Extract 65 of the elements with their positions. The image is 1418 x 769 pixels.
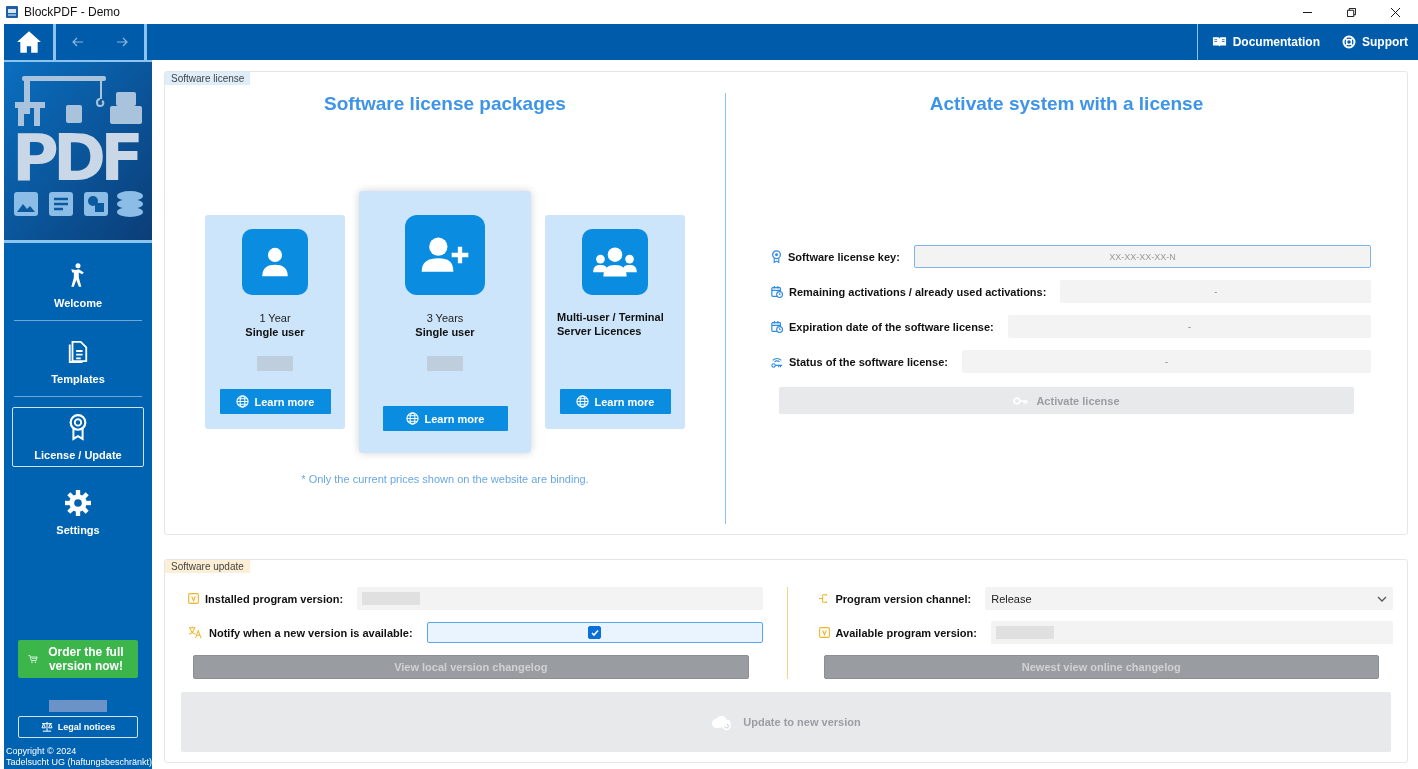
pdf-logo-drawing: PDF <box>4 62 152 243</box>
field-label: Status of the software license: <box>789 355 948 368</box>
home-icon <box>15 29 42 55</box>
calendar-clock-icon <box>771 285 783 298</box>
package-duration: 3 Years <box>426 312 464 324</box>
field-label: Software license key: <box>788 250 900 263</box>
settings-icon <box>65 490 91 516</box>
price-note: * Only the current prices shown on the website are binding. <box>301 473 589 485</box>
close-icon[interactable] <box>1391 7 1400 17</box>
globe-icon <box>405 412 419 425</box>
version-icon <box>818 627 830 638</box>
field-label: Remaining activations / already used activations: <box>789 285 1047 298</box>
calendar-clock-icon <box>771 320 783 333</box>
translate-icon <box>188 626 203 639</box>
globe-icon <box>235 395 249 408</box>
legal-notices-button[interactable]: Legal notices <box>18 716 138 738</box>
notify-checkbox[interactable] <box>588 626 602 639</box>
chevron-down-icon <box>1377 595 1387 602</box>
package-type: Multi-user / Terminal Server Licences <box>557 310 665 338</box>
section-heading: Activate system with a license <box>929 93 1204 115</box>
users-icon <box>582 229 648 295</box>
section-tag: Software license <box>165 72 251 85</box>
key-wifi-icon <box>771 355 783 368</box>
copyright-text: Copyright © 2024 <box>6 746 78 757</box>
restore-icon[interactable] <box>1347 7 1356 17</box>
branch-icon <box>818 593 830 604</box>
globe-icon <box>575 395 589 408</box>
field-label: Expiration date of the software license: <box>789 320 994 333</box>
award-icon <box>67 413 89 441</box>
readout-field: - <box>1007 315 1371 338</box>
field-label: Available program version: <box>835 626 977 639</box>
sidebar-item[interactable]: Templates <box>14 325 142 397</box>
package-duration: 1 Year <box>259 312 291 324</box>
scales-icon <box>40 722 53 732</box>
copyright-text: Tadelsucht UG (haftungsbeschränkt) <box>6 757 150 768</box>
learn-more-button[interactable]: Learn more <box>559 389 671 414</box>
forward-arrow-icon[interactable] <box>116 36 128 48</box>
cloud-update-icon <box>711 713 734 731</box>
package-type: Single user <box>415 326 475 338</box>
add-user-icon <box>405 215 485 295</box>
back-arrow-icon[interactable] <box>72 36 84 48</box>
field-label: Notify when a new version is available: <box>209 626 413 639</box>
field-label: Program version channel: <box>835 592 972 605</box>
sidebar-item[interactable]: License / Update <box>12 407 144 467</box>
channel-dropdown[interactable]: Release <box>985 587 1393 610</box>
learn-more-button[interactable]: Learn more <box>382 406 508 431</box>
license-key-field[interactable]: XX-XX-XX-XX-N <box>913 245 1371 268</box>
sidebar-item[interactable]: Welcome <box>14 249 142 321</box>
support-link[interactable]: Support <box>1342 24 1408 60</box>
award-icon <box>771 250 782 263</box>
learn-more-button[interactable]: Learn more <box>219 389 331 414</box>
version-icon <box>188 593 199 604</box>
user-icon <box>242 229 308 295</box>
lifebuoy-icon <box>1342 35 1356 49</box>
documentation-link[interactable]: Documentation <box>1211 24 1320 60</box>
section-tag: Software update <box>165 560 250 573</box>
field-label: Installed program version: <box>205 592 344 605</box>
section-heading: Software license packages <box>324 93 566 115</box>
readout-field: - <box>1060 280 1371 303</box>
readout-field: - <box>961 350 1371 373</box>
window-title: BlockPDF - Demo <box>24 5 121 19</box>
package-type: Single user <box>245 326 305 338</box>
sidebar-item[interactable]: Settings <box>14 477 142 549</box>
app-icon <box>6 6 18 18</box>
book-icon <box>1211 36 1227 48</box>
